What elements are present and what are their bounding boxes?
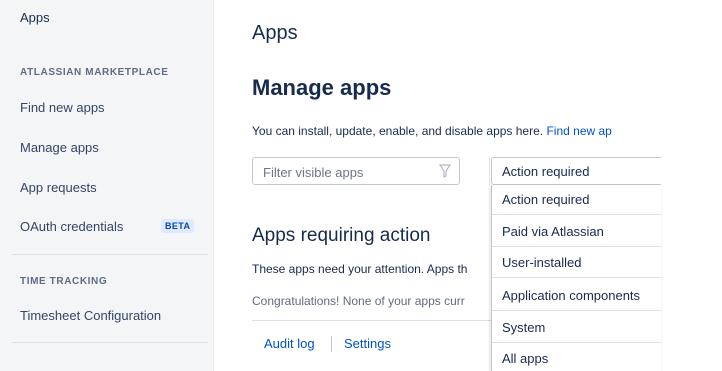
dropdown-option-user-installed[interactable]: User-installed bbox=[502, 255, 581, 270]
filter-box bbox=[252, 157, 460, 185]
sidebar-item-oauth-credentials[interactable]: OAuth credentials bbox=[20, 219, 123, 234]
dropdown-divider bbox=[492, 214, 662, 215]
description-text: You can install, update, enable, and dis… bbox=[252, 124, 544, 138]
dropdown-option-action-required[interactable]: Action required bbox=[502, 192, 589, 207]
dropdown-divider bbox=[492, 277, 662, 278]
sidebar-title[interactable]: Apps bbox=[20, 10, 50, 25]
footer-separator bbox=[331, 336, 332, 352]
page-description: You can install, update, enable, and dis… bbox=[252, 124, 612, 138]
find-new-apps-link[interactable]: Find new ap bbox=[546, 124, 611, 138]
sidebar-divider bbox=[12, 254, 208, 255]
filter-input[interactable] bbox=[261, 159, 445, 185]
settings-link[interactable]: Settings bbox=[344, 336, 391, 351]
filter-separator bbox=[489, 157, 490, 185]
dropdown-option-application-components[interactable]: Application components bbox=[502, 288, 640, 303]
dropdown-divider bbox=[492, 310, 662, 311]
breadcrumb: Apps bbox=[252, 22, 298, 44]
dropdown-divider bbox=[492, 342, 662, 343]
sidebar-item-manage-apps[interactable]: Manage apps bbox=[20, 140, 99, 155]
sidebar-section-marketplace: ATLASSIAN MARKETPLACE bbox=[20, 67, 169, 78]
status-dropdown[interactable]: Action required bbox=[491, 157, 661, 185]
page-title: Manage apps bbox=[252, 75, 392, 100]
section-description: These apps need your attention. Apps th bbox=[252, 262, 468, 276]
sidebar-item-timesheet-configuration[interactable]: Timesheet Configuration bbox=[20, 308, 161, 323]
audit-log-link[interactable]: Audit log bbox=[264, 336, 315, 351]
dropdown-option-all-apps[interactable]: All apps bbox=[502, 351, 548, 366]
sidebar-divider bbox=[12, 342, 208, 343]
sidebar-item-app-requests[interactable]: App requests bbox=[20, 180, 97, 195]
sidebar-item-find-new-apps[interactable]: Find new apps bbox=[20, 100, 105, 115]
status-dropdown-menu: Action required Paid via Atlassian User-… bbox=[491, 185, 662, 371]
dropdown-divider bbox=[492, 246, 662, 247]
sidebar-section-time-tracking: TIME TRACKING bbox=[20, 276, 108, 287]
footer-divider bbox=[252, 320, 492, 321]
beta-badge: BETA bbox=[161, 219, 195, 233]
section-title: Apps requiring action bbox=[252, 225, 431, 246]
congrats-message: Congratulations! None of your apps curr bbox=[252, 294, 465, 308]
filter-funnel-icon bbox=[439, 164, 451, 178]
main-content: Apps Manage apps You can install, update… bbox=[214, 0, 722, 371]
dropdown-option-paid-via-atlassian[interactable]: Paid via Atlassian bbox=[502, 224, 604, 239]
sidebar: Apps ATLASSIAN MARKETPLACE Find new apps… bbox=[0, 0, 214, 371]
dropdown-option-system[interactable]: System bbox=[502, 320, 545, 335]
